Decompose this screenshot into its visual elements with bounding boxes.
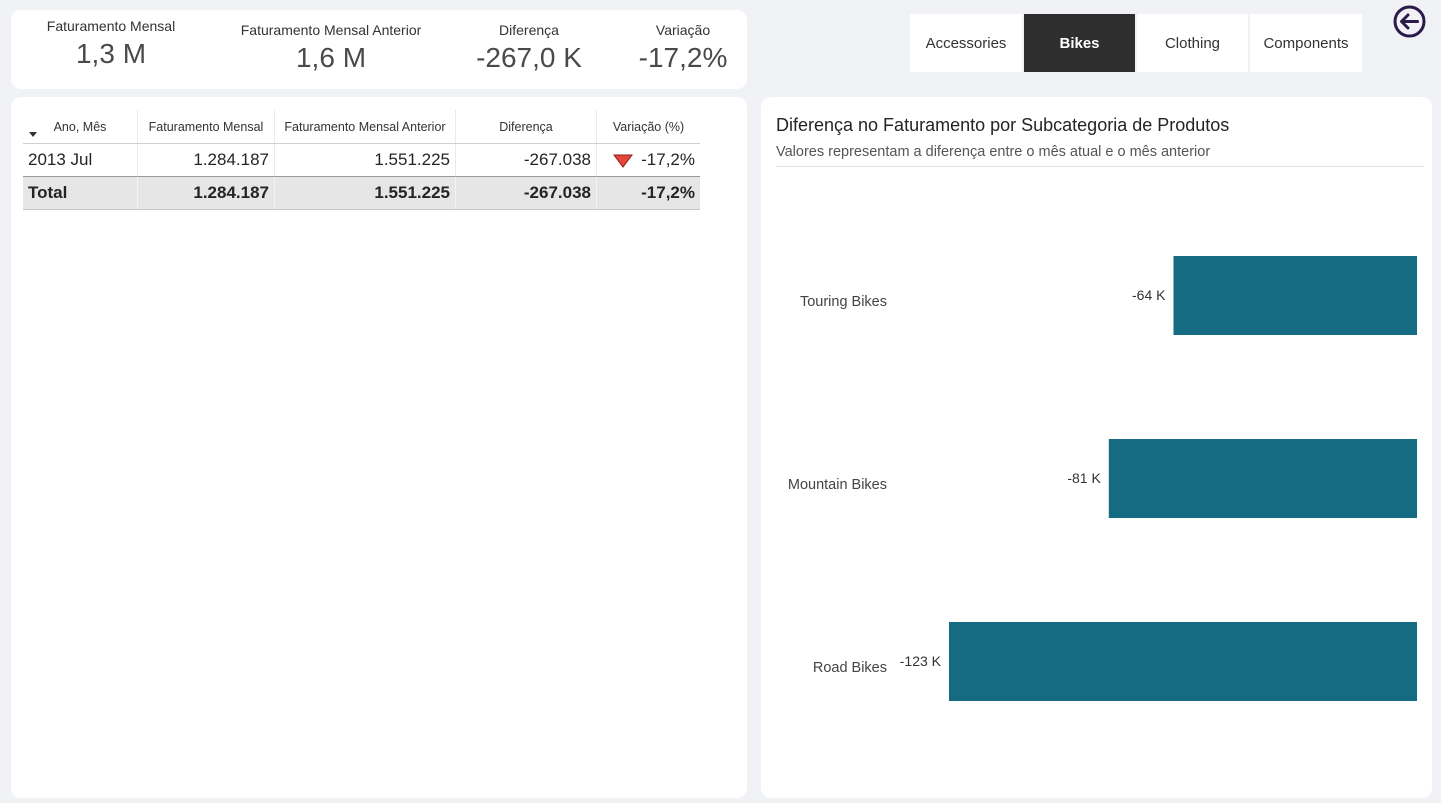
category-label: Touring Bikes <box>800 294 887 310</box>
arrow-left-circle-icon <box>1393 5 1426 38</box>
kpi-card: Faturamento Mensal 1,3 M Faturamento Men… <box>11 10 747 89</box>
kpi-value: 1,3 M <box>75 38 147 69</box>
revenue-matrix: Ano, Mês Faturamento Mensal Faturamento … <box>23 110 700 210</box>
slicer-tile-clothing[interactable]: Clothing <box>1137 14 1248 72</box>
bar-road-bikes[interactable] <box>949 622 1417 701</box>
kpi-value: -267,0 K <box>476 42 582 73</box>
matrix-card: Ano, Mês Faturamento Mensal Faturamento … <box>11 97 747 798</box>
slicer-tile-bikes[interactable]: Bikes <box>1024 14 1135 72</box>
header-label: Ano, Mês <box>53 119 107 134</box>
total-previous: 1.551.225 <box>274 176 456 210</box>
cell-variation: -17,2% <box>596 143 700 177</box>
variation-value: -17,2% <box>641 150 695 169</box>
cell-previous: 1.551.225 <box>274 143 456 177</box>
cell-difference: -267.038 <box>455 143 597 177</box>
kpi-label: Faturamento Mensal Anterior <box>240 22 422 38</box>
total-variation: -17,2% <box>596 176 700 210</box>
kpi-label: Variação <box>655 22 711 38</box>
kpi-previous-revenue: Faturamento Mensal Anterior 1,6 M <box>231 22 431 74</box>
total-difference: -267.038 <box>455 176 597 210</box>
column-header-difference[interactable]: Diferença <box>455 110 597 144</box>
column-header-variation[interactable]: Variação (%) <box>596 110 700 144</box>
total-row: Total 1.284.187 1.551.225 -267.038 -17,2… <box>23 176 700 210</box>
cell-revenue: 1.284.187 <box>137 143 275 177</box>
kpi-value: -17,2% <box>638 42 728 73</box>
column-header-previous[interactable]: Faturamento Mensal Anterior <box>274 110 456 144</box>
kpi-value: 1,6 M <box>295 42 367 73</box>
bar-mountain-bikes[interactable] <box>1108 439 1417 518</box>
chart-card: Diferença no Faturamento por Subcategori… <box>761 97 1432 798</box>
total-label: Total <box>23 176 138 210</box>
kpi-monthly-revenue: Faturamento Mensal 1,3 M <box>31 18 191 70</box>
category-label: Mountain Bikes <box>788 477 887 493</box>
slicer-tile-components[interactable]: Components <box>1250 14 1362 72</box>
table-row[interactable]: 2013 Jul 1.284.187 1.551.225 -267.038 -1… <box>23 143 700 177</box>
column-header-period[interactable]: Ano, Mês <box>23 110 138 144</box>
slicer-tile-accessories[interactable]: Accessories <box>910 14 1022 72</box>
data-label: -81 K <box>1067 470 1101 486</box>
data-label: -123 K <box>900 653 942 669</box>
down-triangle-icon <box>613 154 634 168</box>
back-button[interactable] <box>1393 5 1426 38</box>
category-label: Road Bikes <box>813 660 887 676</box>
data-label: -64 K <box>1132 287 1166 303</box>
column-header-revenue[interactable]: Faturamento Mensal <box>137 110 275 144</box>
cell-period: 2013 Jul <box>23 143 138 177</box>
kpi-variation: Variação -17,2% <box>623 22 743 74</box>
bar-chart: -64 K Touring Bikes -81 K Mountain Bikes -12… <box>788 256 1417 701</box>
kpi-label: Faturamento Mensal <box>46 18 176 34</box>
bar-touring-bikes[interactable] <box>1173 256 1417 335</box>
kpi-difference: Diferença -267,0 K <box>461 22 597 74</box>
sort-caret-icon[interactable] <box>29 132 37 137</box>
header-row: Ano, Mês Faturamento Mensal Faturamento … <box>23 110 700 144</box>
kpi-label: Diferença <box>499 22 559 38</box>
total-revenue: 1.284.187 <box>137 176 275 210</box>
